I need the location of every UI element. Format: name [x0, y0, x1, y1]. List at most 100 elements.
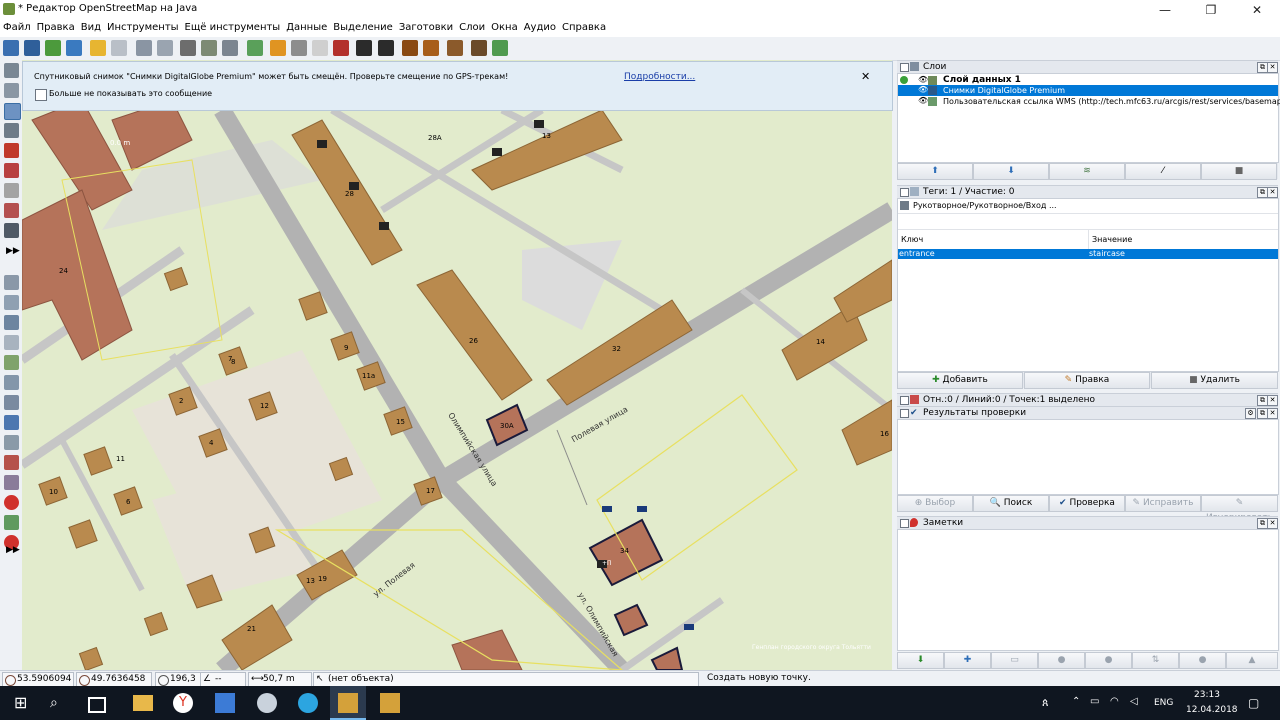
building-preset-icon[interactable]: [447, 40, 463, 56]
notes-marker-icon[interactable]: [4, 495, 19, 510]
house[interactable]: [83, 446, 113, 476]
visibility-eye-icon[interactable]: 👁: [918, 85, 928, 94]
sort-notes-icon[interactable]: ⇅: [1132, 652, 1179, 669]
lasso-mode-icon[interactable]: [4, 83, 19, 98]
notice-details-link[interactable]: Подробности...: [624, 72, 695, 82]
building[interactable]: [650, 646, 684, 670]
menu-presets[interactable]: Заготовки: [396, 20, 456, 33]
task-view-icon[interactable]: [88, 697, 106, 713]
value-column-header[interactable]: Значение: [1092, 235, 1132, 244]
volume-icon[interactable]: ◁: [1130, 696, 1138, 707]
panel-close-icon[interactable]: ✕: [1267, 395, 1278, 406]
filter-funnel-icon[interactable]: [4, 435, 19, 450]
undo-icon[interactable]: [90, 40, 106, 56]
telegram-icon[interactable]: [298, 693, 318, 713]
josm-taskbar-icon[interactable]: [338, 693, 358, 713]
panel-close-icon[interactable]: ✕: [1267, 187, 1278, 198]
building[interactable]: [451, 629, 523, 670]
move-down-button[interactable]: ⬇: [973, 163, 1049, 180]
house[interactable]: [78, 646, 104, 670]
extrude-mode-icon[interactable]: [4, 183, 19, 198]
search-button[interactable]: 🔍 Поиск: [973, 495, 1049, 512]
panel-close-icon[interactable]: ✕: [1267, 518, 1278, 529]
panel-close-icon[interactable]: ✕: [1267, 62, 1278, 73]
notice-close-button[interactable]: ✕: [861, 70, 870, 83]
windows-start-icon[interactable]: ⊞: [14, 693, 34, 713]
bus-preset-icon[interactable]: [378, 40, 394, 56]
map-canvas[interactable]: [22, 60, 892, 670]
entrance-node[interactable]: [349, 182, 359, 190]
highway-preset-icon[interactable]: [270, 40, 286, 56]
panel-close-icon[interactable]: ✕: [1267, 408, 1278, 419]
selection-list-icon[interactable]: [4, 315, 19, 330]
file-explorer-icon[interactable]: [133, 695, 153, 711]
map-view[interactable]: Полевая улица Олимпийская улица ул. Поле…: [22, 60, 892, 670]
conflict-icon[interactable]: [4, 355, 19, 370]
yandex-browser-icon[interactable]: Y: [173, 693, 193, 713]
entrance-node[interactable]: [534, 120, 544, 128]
josm-taskbar-icon[interactable]: [380, 693, 400, 713]
validate-button[interactable]: ✔ Проверка: [1049, 495, 1125, 512]
close-note-icon[interactable]: ●: [1038, 652, 1085, 669]
imagery-icon[interactable]: [247, 40, 263, 56]
collapse-icon[interactable]: [900, 63, 909, 72]
filter-icon[interactable]: [4, 375, 19, 390]
menu-file[interactable]: Файл: [0, 20, 34, 33]
tag-row-selected[interactable]: entrance staircase: [898, 249, 1278, 259]
shop-preset-icon[interactable]: [402, 40, 418, 56]
open-file-icon[interactable]: [3, 40, 19, 56]
select-button[interactable]: ⊕ Выбор: [897, 495, 973, 512]
layer-row-selected[interactable]: 👁 Снимки DigitalGlobe Premium: [898, 85, 1278, 96]
entrance-node[interactable]: [602, 506, 612, 512]
search-icon[interactable]: [136, 40, 152, 56]
people-icon[interactable]: ጰ: [1042, 696, 1049, 710]
redo-icon[interactable]: [111, 40, 127, 56]
menu-data[interactable]: Данные: [283, 20, 330, 33]
merge-layers-button[interactable]: ≋: [1049, 163, 1125, 180]
industrial-preset-icon[interactable]: [471, 40, 487, 56]
clock-date[interactable]: 12.04.2018: [1186, 705, 1238, 715]
upload-icon[interactable]: [45, 40, 61, 56]
menu-edit[interactable]: Правка: [34, 20, 78, 33]
car-preset-icon[interactable]: [356, 40, 372, 56]
draw-mode-icon[interactable]: [4, 103, 21, 120]
layer-row[interactable]: 👁 Пользовательская ссылка WMS (http://te…: [898, 96, 1280, 107]
delete-tag-button[interactable]: ■ Удалить: [1151, 372, 1278, 389]
entrance-node[interactable]: [492, 148, 502, 156]
house[interactable]: [143, 611, 169, 637]
collapse-icon[interactable]: [900, 519, 909, 528]
menu-view[interactable]: Вид: [78, 20, 104, 33]
delete-layer-button[interactable]: ■: [1201, 163, 1277, 180]
new-note-icon[interactable]: ✚: [944, 652, 991, 669]
select-mode-icon[interactable]: [4, 63, 19, 78]
split-way-icon[interactable]: [201, 40, 217, 56]
move-up-button[interactable]: ⬆: [897, 163, 973, 180]
entrance-node[interactable]: [684, 624, 694, 630]
food-preset-icon[interactable]: [423, 40, 439, 56]
dont-show-checkbox[interactable]: [35, 89, 47, 101]
entrance-node[interactable]: [637, 506, 647, 512]
barrier-preset-icon[interactable]: [333, 40, 349, 56]
imagery-adjust-icon[interactable]: [4, 515, 19, 530]
language-indicator[interactable]: ENG: [1154, 698, 1173, 708]
traffic-preset-icon[interactable]: [312, 40, 328, 56]
collapse-icon[interactable]: [900, 396, 909, 405]
toggle-layer-button[interactable]: ⁄: [1125, 163, 1201, 180]
tools-preset-icon[interactable]: [492, 40, 508, 56]
building[interactable]: [613, 603, 649, 637]
network-icon[interactable]: ▭: [1090, 696, 1099, 707]
zoom-mode-icon[interactable]: [4, 123, 19, 138]
panel-settings-icon[interactable]: ⚙: [1245, 408, 1256, 419]
entrance-node[interactable]: [317, 140, 327, 148]
wifi-icon[interactable]: ◠: [1110, 696, 1119, 707]
menu-audio[interactable]: Аудио: [521, 20, 559, 33]
edit-tag-button[interactable]: ✎ Правка: [1024, 372, 1150, 389]
minimize-button[interactable]: —: [1142, 0, 1188, 20]
tag-value[interactable]: staircase: [1089, 249, 1125, 258]
building[interactable]: [833, 259, 892, 323]
building-tool-icon[interactable]: [4, 223, 19, 238]
save-icon[interactable]: [24, 40, 40, 56]
download-notes-icon[interactable]: ⬇: [897, 652, 944, 669]
improve-way-icon[interactable]: [4, 203, 19, 218]
preset-name[interactable]: Рукотворное/Рукотворное/Вход ...: [913, 201, 1057, 210]
